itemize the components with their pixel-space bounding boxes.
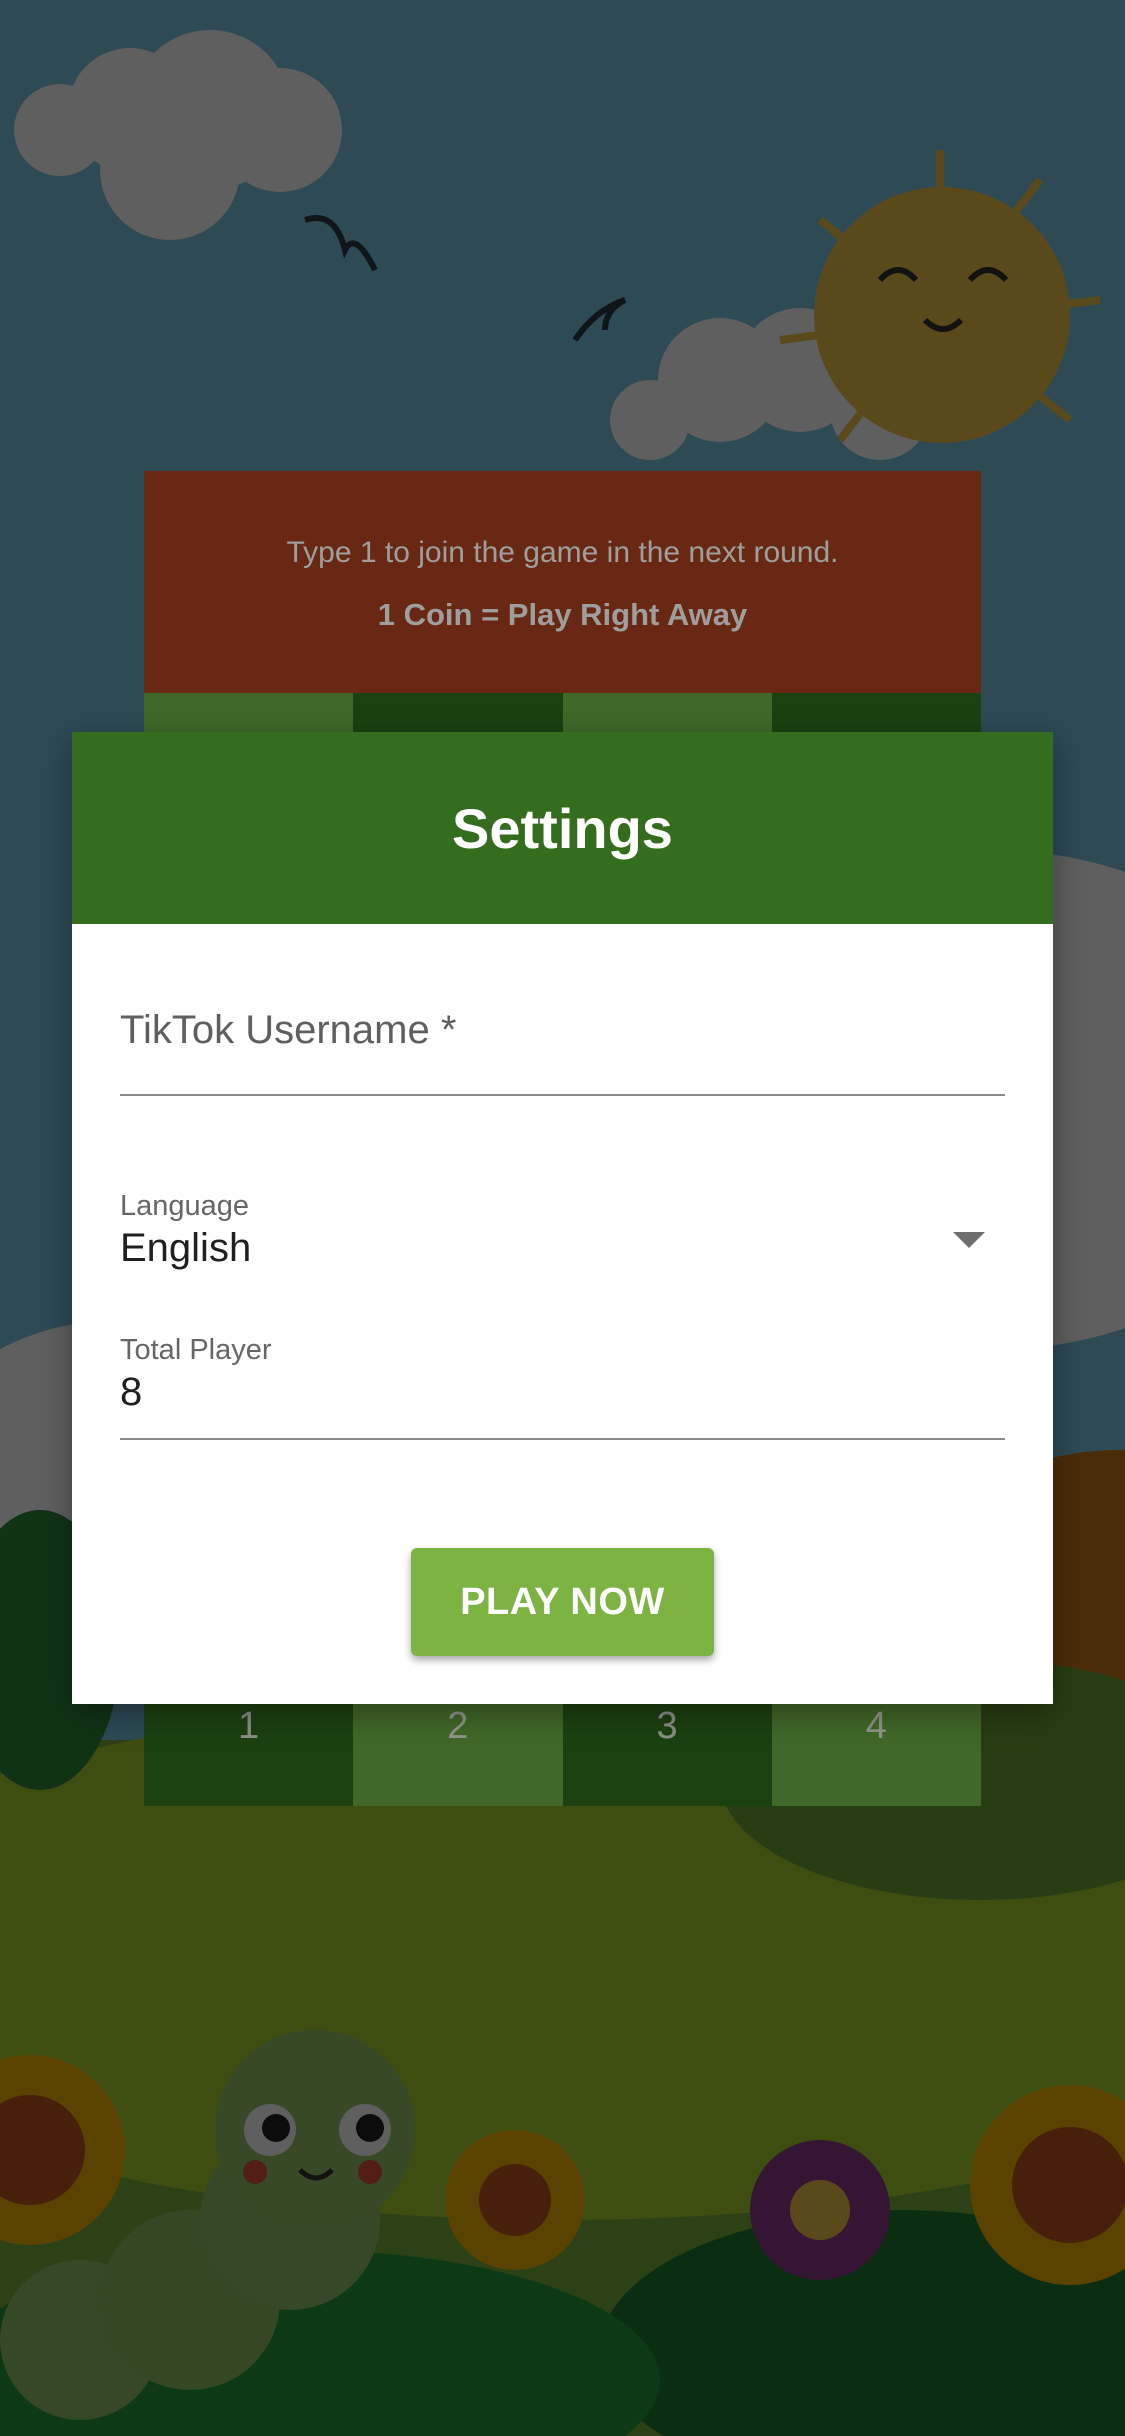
settings-title: Settings bbox=[452, 796, 673, 860]
total-player-label: Total Player bbox=[120, 1334, 272, 1366]
play-now-button[interactable]: PLAY NOW bbox=[411, 1548, 714, 1656]
language-value: English bbox=[120, 1226, 252, 1270]
caret-down-icon[interactable] bbox=[953, 1232, 985, 1248]
total-player-value: 8 bbox=[120, 1370, 143, 1414]
language-select[interactable]: Language English bbox=[120, 1188, 1005, 1288]
language-label: Language bbox=[120, 1190, 250, 1222]
settings-header: Settings bbox=[72, 732, 1053, 924]
total-player-field[interactable]: Total Player 8 bbox=[120, 1332, 1005, 1440]
tiktok-username-field[interactable]: TikTok Username * bbox=[120, 1002, 1005, 1096]
settings-dialog: Settings TikTok Username * Language Engl… bbox=[72, 732, 1053, 1704]
tiktok-username-placeholder: TikTok Username * bbox=[120, 1008, 457, 1052]
